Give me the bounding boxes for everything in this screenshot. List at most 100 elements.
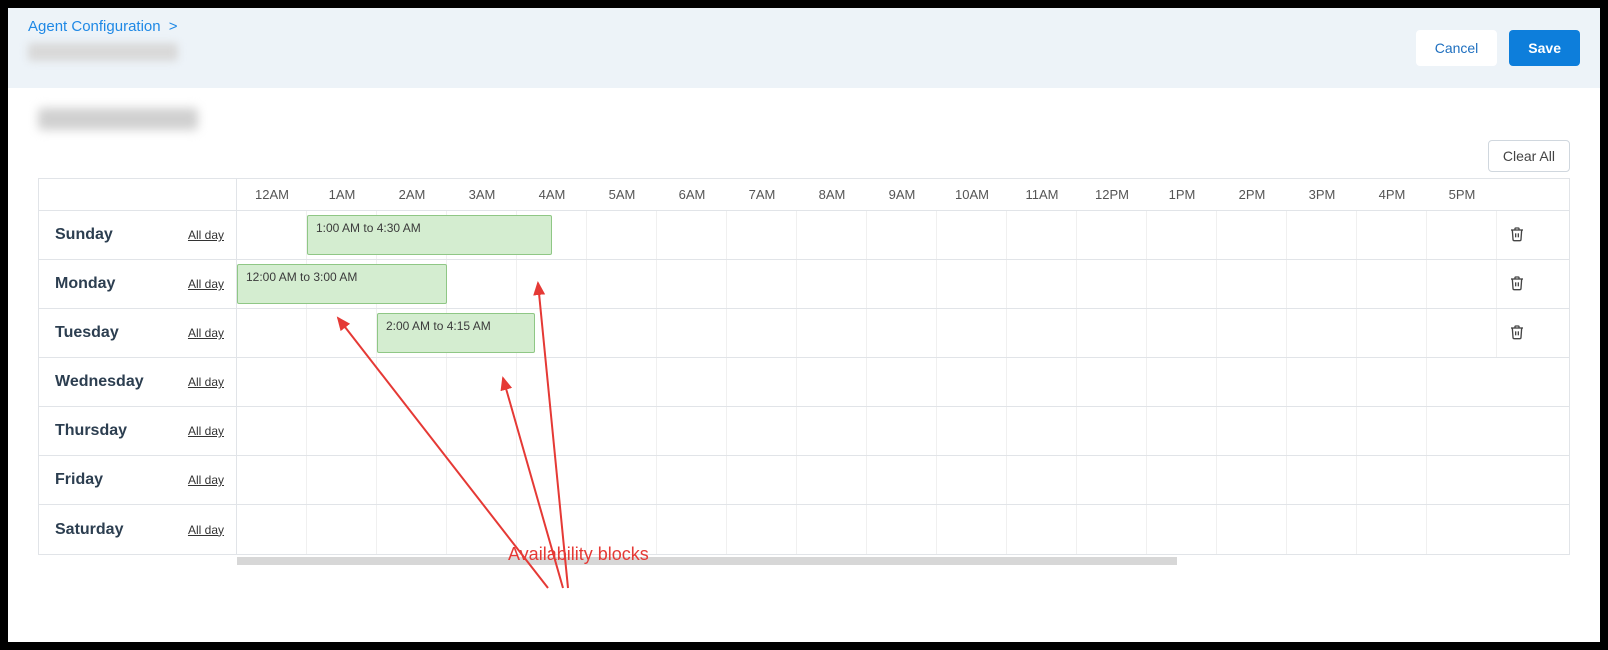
hour-cell[interactable] — [797, 505, 867, 554]
hour-cell[interactable] — [587, 309, 657, 357]
hour-cell[interactable] — [1217, 358, 1287, 406]
hour-cell[interactable] — [1287, 456, 1357, 504]
hour-cell[interactable] — [307, 407, 377, 455]
horizontal-scrollbar[interactable] — [237, 557, 1177, 565]
hour-cell[interactable] — [1007, 211, 1077, 259]
availability-block[interactable]: 2:00 AM to 4:15 AM — [377, 313, 535, 353]
hour-cell[interactable] — [447, 407, 517, 455]
trash-icon[interactable] — [1509, 226, 1525, 245]
hour-cell[interactable] — [377, 505, 447, 554]
hour-cell[interactable] — [517, 358, 587, 406]
hour-cell[interactable] — [1357, 309, 1427, 357]
hour-cell[interactable] — [1357, 456, 1427, 504]
hour-cell[interactable] — [657, 505, 727, 554]
row-trash-cell[interactable] — [1497, 211, 1537, 259]
all-day-link[interactable]: All day — [188, 473, 224, 487]
hour-cell[interactable] — [307, 309, 377, 357]
hour-cell[interactable] — [447, 505, 517, 554]
hour-cell[interactable] — [1357, 505, 1427, 554]
hour-cell[interactable] — [1287, 407, 1357, 455]
hour-cell[interactable] — [867, 260, 937, 308]
hour-cell[interactable] — [1147, 407, 1217, 455]
hour-cell[interactable] — [1357, 407, 1427, 455]
hour-cell[interactable] — [1217, 211, 1287, 259]
hour-cell[interactable] — [1287, 358, 1357, 406]
hour-cell[interactable] — [1357, 260, 1427, 308]
all-day-link[interactable]: All day — [188, 523, 224, 537]
hour-cell[interactable] — [237, 505, 307, 554]
hour-cell[interactable] — [307, 358, 377, 406]
hour-cell[interactable] — [517, 456, 587, 504]
hour-cell[interactable] — [657, 211, 727, 259]
hour-cell[interactable] — [727, 407, 797, 455]
hour-cell[interactable] — [447, 456, 517, 504]
hour-cell[interactable] — [237, 358, 307, 406]
all-day-link[interactable]: All day — [188, 277, 224, 291]
all-day-link[interactable]: All day — [188, 424, 224, 438]
hour-cell[interactable] — [1217, 260, 1287, 308]
hour-cell[interactable] — [1357, 211, 1427, 259]
hour-cell[interactable] — [1007, 358, 1077, 406]
hour-cell[interactable] — [867, 211, 937, 259]
hour-cell[interactable] — [1427, 358, 1497, 406]
cancel-button[interactable]: Cancel — [1416, 30, 1498, 66]
hour-cell[interactable] — [1077, 407, 1147, 455]
breadcrumb[interactable]: Agent Configuration > — [28, 18, 178, 35]
hour-cell[interactable] — [937, 505, 1007, 554]
hour-cell[interactable] — [587, 260, 657, 308]
hour-cell[interactable] — [1287, 505, 1357, 554]
hour-cell[interactable] — [1287, 260, 1357, 308]
hour-cell[interactable] — [1077, 505, 1147, 554]
hour-cell[interactable] — [447, 358, 517, 406]
hour-cell[interactable] — [1427, 505, 1497, 554]
hour-cell[interactable] — [1007, 505, 1077, 554]
hour-cell[interactable] — [377, 358, 447, 406]
hours-track[interactable] — [237, 456, 1497, 504]
hour-cell[interactable] — [1427, 260, 1497, 308]
hour-cell[interactable] — [517, 260, 587, 308]
row-trash-cell[interactable] — [1497, 309, 1537, 357]
hour-cell[interactable] — [587, 358, 657, 406]
hour-cell[interactable] — [1287, 211, 1357, 259]
hour-cell[interactable] — [867, 407, 937, 455]
hour-cell[interactable] — [1007, 309, 1077, 357]
hour-cell[interactable] — [657, 358, 727, 406]
hour-cell[interactable] — [1007, 456, 1077, 504]
hours-track[interactable]: 2:00 AM to 4:15 AM — [237, 309, 1497, 357]
hour-cell[interactable] — [1077, 260, 1147, 308]
hour-cell[interactable] — [727, 505, 797, 554]
hour-cell[interactable] — [937, 309, 1007, 357]
hour-cell[interactable] — [237, 407, 307, 455]
hour-cell[interactable] — [867, 505, 937, 554]
hour-cell[interactable] — [1077, 309, 1147, 357]
hour-cell[interactable] — [797, 309, 867, 357]
hour-cell[interactable] — [657, 309, 727, 357]
hour-cell[interactable] — [307, 456, 377, 504]
hours-track[interactable] — [237, 358, 1497, 406]
hour-cell[interactable] — [797, 358, 867, 406]
hour-cell[interactable] — [937, 358, 1007, 406]
hour-cell[interactable] — [937, 456, 1007, 504]
hour-cell[interactable] — [237, 309, 307, 357]
hour-cell[interactable] — [307, 505, 377, 554]
hours-track[interactable] — [237, 505, 1497, 554]
hour-cell[interactable] — [1007, 407, 1077, 455]
hour-cell[interactable] — [1357, 358, 1427, 406]
hour-cell[interactable] — [797, 456, 867, 504]
hour-cell[interactable] — [797, 260, 867, 308]
all-day-link[interactable]: All day — [188, 228, 224, 242]
hour-cell[interactable] — [797, 407, 867, 455]
hour-cell[interactable] — [587, 456, 657, 504]
hour-cell[interactable] — [1077, 358, 1147, 406]
hour-cell[interactable] — [937, 211, 1007, 259]
hour-cell[interactable] — [867, 309, 937, 357]
hour-cell[interactable] — [1147, 260, 1217, 308]
hour-cell[interactable] — [1147, 309, 1217, 357]
hour-cell[interactable] — [1427, 407, 1497, 455]
hour-cell[interactable] — [1427, 456, 1497, 504]
hour-cell[interactable] — [447, 260, 517, 308]
hour-cell[interactable] — [727, 260, 797, 308]
hours-track[interactable] — [237, 407, 1497, 455]
hour-cell[interactable] — [727, 211, 797, 259]
hour-cell[interactable] — [1217, 407, 1287, 455]
